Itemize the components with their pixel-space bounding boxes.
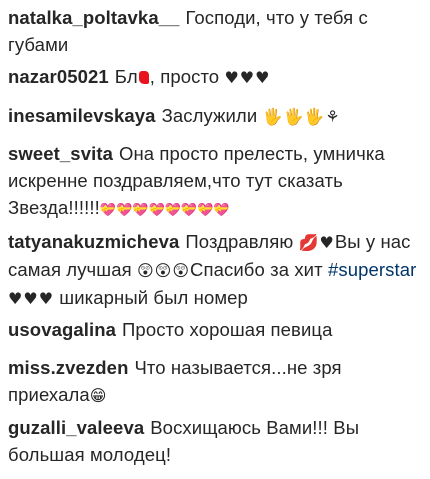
comment-text: Спасибо за хит [190, 259, 323, 280]
comment-item: nazar05021 Бл , просто ♥♥♥ [8, 63, 424, 91]
astonished-face-icons: 😲😲😲 [137, 261, 191, 280]
comment-username[interactable]: sweet_svita [8, 143, 113, 164]
comment-item: guzalli_valeeva Восхищаюсь Вами!!! Вы бол… [8, 414, 424, 468]
comment-username[interactable]: nazar05021 [8, 66, 109, 87]
redaction-mark [138, 71, 149, 84]
comment-username[interactable]: inesamilevskaya [8, 105, 156, 126]
gift-heart-icons: 💝💝💝💝💝💝💝💝 [99, 203, 230, 218]
comment-text: Заслужили [161, 105, 258, 126]
comment-item: usovagalina Просто хорошая певица [8, 316, 424, 343]
hands-flower-icons: 🖐🖐🖐⚘ [262, 107, 341, 126]
heart-icons: ♥♥♥ [8, 289, 55, 308]
heart-icons: ♥♥♥ [224, 68, 271, 87]
kiss-heart-icons: 💋♥ [298, 233, 335, 252]
comment-username[interactable]: guzalli_valeeva [8, 417, 144, 438]
comment-item: sweet_svita Она просто прелесть, умничка … [8, 140, 424, 224]
grin-face-icon: 😁 [89, 386, 108, 405]
comment-text: , просто [149, 66, 220, 87]
comment-username[interactable]: usovagalina [8, 319, 116, 340]
comment-text: шикарный был номер [59, 287, 248, 308]
comment-text: Поздравляю [185, 231, 294, 252]
comment-text: Бл [114, 66, 138, 87]
comment-item: natalka_poltavka__ Господи, что у тебя с … [8, 4, 424, 58]
hashtag-link[interactable]: #superstar [328, 259, 416, 280]
comment-text: Просто хорошая певица [122, 319, 333, 340]
comment-username[interactable]: natalka_poltavka__ [8, 7, 179, 28]
comment-username[interactable]: miss.zvezden [8, 357, 128, 378]
comment-item: tatyanakuzmicheva Поздравляю 💋♥Вы у нас с… [8, 228, 424, 312]
comment-item: inesamilevskaya Заслужили 🖐🖐🖐⚘ [8, 102, 424, 130]
comments-list: natalka_poltavka__ Господи, что у тебя с … [0, 0, 430, 479]
comment-username[interactable]: tatyanakuzmicheva [8, 231, 179, 252]
comment-item: miss.zvezden Что называется...не зря прие… [8, 354, 424, 409]
